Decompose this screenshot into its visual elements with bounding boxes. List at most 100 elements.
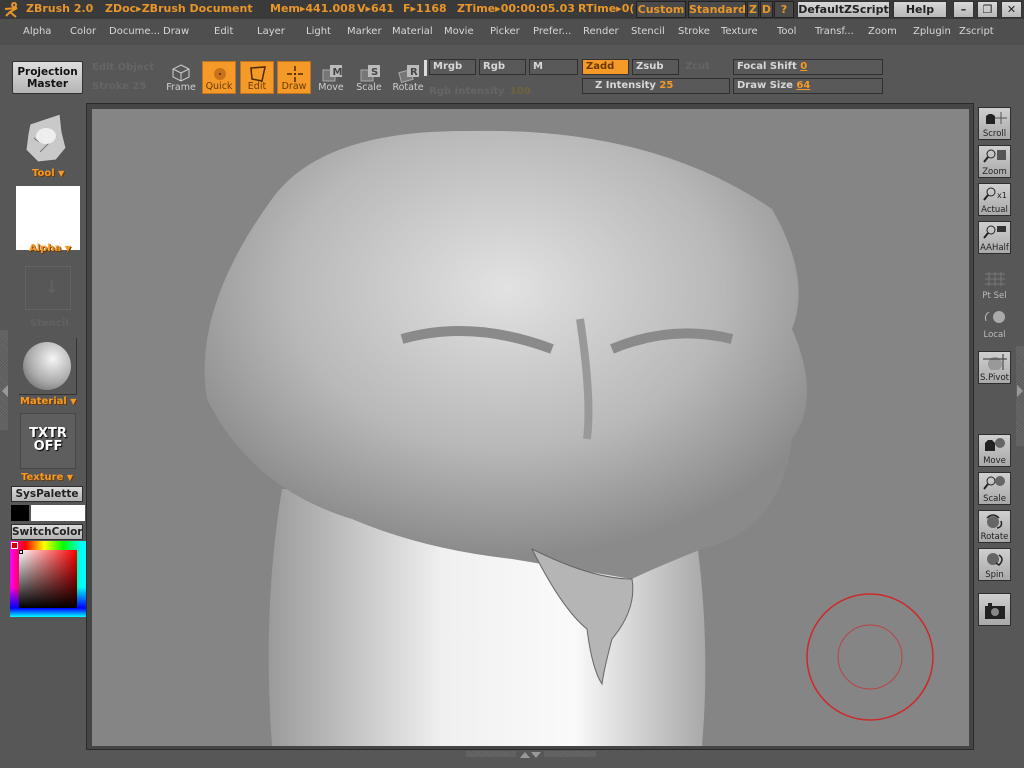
document-canvas[interactable] xyxy=(92,109,969,746)
menu-draw[interactable]: Draw xyxy=(163,26,189,37)
mrgb-button[interactable]: Mrgb xyxy=(429,59,476,75)
color-picker[interactable] xyxy=(10,541,86,617)
actual-button[interactable]: x1 Actual xyxy=(978,183,1011,216)
focal-shift-slider[interactable]: Focal Shift 0 xyxy=(733,59,883,75)
scale-view-button[interactable]: Scale xyxy=(978,472,1011,505)
menu-stencil[interactable]: Stencil xyxy=(631,26,665,37)
grid-point-select-icon xyxy=(985,272,1005,286)
menu-picker[interactable]: Picker xyxy=(490,26,520,37)
saturation-value-square[interactable] xyxy=(19,550,77,608)
local-sphere-icon xyxy=(984,311,1005,323)
stencil-thumbnail-disabled: ↓ xyxy=(25,266,71,310)
rotate-button[interactable]: R Rotate xyxy=(391,61,425,94)
magnifier-zoom-icon xyxy=(983,149,1006,163)
projection-master-label-2: Master xyxy=(26,78,69,90)
svg-text:R: R xyxy=(410,67,418,78)
chevron-down-icon: ▼ xyxy=(58,169,65,178)
material-label[interactable]: Material ▼ xyxy=(20,396,76,407)
collapse-down-arrow-icon[interactable] xyxy=(531,752,541,758)
switchcolor-button[interactable]: SwitchColor xyxy=(11,524,83,540)
menu-material[interactable]: Material xyxy=(392,26,433,37)
menu-light[interactable]: Light xyxy=(306,26,331,37)
rgb-button[interactable]: Rgb xyxy=(479,59,526,75)
d-button[interactable]: D xyxy=(760,1,773,18)
camera-icon xyxy=(985,603,1005,619)
snapshot-button[interactable] xyxy=(978,593,1011,626)
menu-color[interactable]: Color xyxy=(70,26,96,37)
secondary-color-swatch[interactable] xyxy=(31,505,85,521)
primary-color-swatch[interactable] xyxy=(11,505,29,521)
expand-up-arrow-icon[interactable] xyxy=(520,752,530,758)
menu-stroke[interactable]: Stroke xyxy=(678,26,710,37)
frame-label: Frame xyxy=(166,82,196,93)
m-button[interactable]: M xyxy=(529,59,578,75)
move-view-button[interactable]: Move xyxy=(978,434,1011,467)
tool-thumbnail[interactable] xyxy=(22,112,68,164)
rotate-view-button[interactable]: Rotate xyxy=(978,510,1011,543)
menu-zoom[interactable]: Zoom xyxy=(868,26,897,37)
default-zscript-button[interactable]: DefaultZScript xyxy=(797,1,890,18)
syspalette-button[interactable]: SysPalette xyxy=(11,486,83,502)
quick-button[interactable]: Quick xyxy=(202,61,236,94)
menu-document[interactable]: Docume... xyxy=(109,26,160,37)
collapse-right-arrow-icon[interactable] xyxy=(1017,385,1023,397)
s-pivot-button[interactable]: S.Pivot xyxy=(978,351,1011,384)
texture-thumbnail[interactable]: TXTR OFF xyxy=(20,413,76,469)
color-selector[interactable] xyxy=(19,550,23,554)
mem-readout: Mem▸441.008 xyxy=(270,2,356,15)
scroll-label: Scroll xyxy=(982,129,1007,139)
draw-size-slider[interactable]: Draw Size 64 xyxy=(733,78,883,94)
menu-tool[interactable]: Tool xyxy=(777,26,796,37)
zadd-button[interactable]: Zadd xyxy=(582,59,629,75)
projection-master-button[interactable]: Projection Master xyxy=(12,61,83,94)
menu-layer[interactable]: Layer xyxy=(257,26,285,37)
zoom-button[interactable]: Zoom xyxy=(978,145,1011,178)
custom-button[interactable]: Custom xyxy=(636,1,686,18)
menu-zscript[interactable]: Zscript xyxy=(959,26,994,37)
draw-button[interactable]: Draw xyxy=(277,61,311,94)
menu-preferences[interactable]: Prefer... xyxy=(533,26,571,37)
menu-zplugin[interactable]: Zplugin xyxy=(913,26,951,37)
standard-button[interactable]: Standard xyxy=(688,1,746,18)
menu-render[interactable]: Render xyxy=(583,26,619,37)
rgb-intensity-value: 100 xyxy=(509,86,531,97)
minimize-button[interactable]: – xyxy=(953,1,974,18)
hand-move-icon xyxy=(985,438,1005,451)
menu-alpha[interactable]: Alpha xyxy=(23,26,51,37)
bottom-tray-handle-right[interactable] xyxy=(544,751,596,757)
aahalf-button[interactable]: AAHalf xyxy=(978,221,1011,254)
frame-button[interactable]: Frame xyxy=(164,61,198,94)
menu-edit[interactable]: Edit xyxy=(214,26,233,37)
question-button[interactable]: ? xyxy=(774,1,794,18)
alpha-thumbnail[interactable] xyxy=(16,186,80,250)
menu-transform[interactable]: Transf... xyxy=(815,26,854,37)
tool-label[interactable]: Tool ▼ xyxy=(32,168,64,179)
bottom-tray-handle-left[interactable] xyxy=(466,751,516,757)
texture-label[interactable]: Texture ▼ xyxy=(21,472,73,483)
restore-button[interactable]: ❐ xyxy=(977,1,998,18)
zsub-button[interactable]: Zsub xyxy=(632,59,679,75)
move-button[interactable]: M Move xyxy=(314,61,348,94)
material-label-text: Material xyxy=(20,396,67,407)
material-thumbnail[interactable] xyxy=(19,338,77,395)
actual-label: Actual xyxy=(981,205,1008,215)
edit-button[interactable]: Edit xyxy=(240,61,274,94)
aahalf-label: AAHalf xyxy=(980,243,1009,253)
z-button[interactable]: Z xyxy=(747,1,759,18)
menu-marker[interactable]: Marker xyxy=(347,26,382,37)
menu-texture[interactable]: Texture xyxy=(721,26,758,37)
scale-button[interactable]: S Scale xyxy=(352,61,386,94)
close-button[interactable]: ✕ xyxy=(1001,1,1022,18)
scroll-button[interactable]: Scroll xyxy=(978,107,1011,140)
local-button[interactable]: Local xyxy=(978,307,1011,340)
alpha-label[interactable]: Alpha ▼ xyxy=(29,243,71,254)
pt-sel-button[interactable]: Pt Sel xyxy=(978,268,1011,301)
brush-outer-ring xyxy=(806,593,934,721)
menu-movie[interactable]: Movie xyxy=(444,26,474,37)
help-button[interactable]: Help xyxy=(893,1,947,18)
z-intensity-slider[interactable]: Z Intensity 25 xyxy=(582,78,730,94)
spin-button[interactable]: Spin xyxy=(978,548,1011,581)
left-tray-handle[interactable] xyxy=(0,330,8,430)
hue-selector[interactable] xyxy=(11,542,18,549)
collapse-left-arrow-icon[interactable] xyxy=(2,385,8,397)
